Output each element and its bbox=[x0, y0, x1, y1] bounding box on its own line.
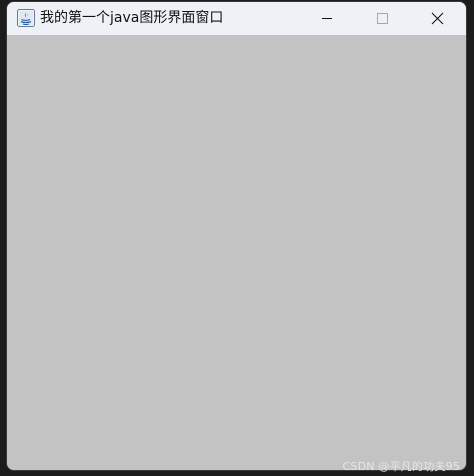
watermark: CSDN @平凡的功夫95 bbox=[342, 460, 460, 473]
maximize-icon bbox=[377, 13, 388, 24]
minimize-button[interactable] bbox=[304, 2, 350, 35]
title-bar[interactable]: 我的第一个java图形界面窗口 bbox=[7, 2, 466, 35]
minimize-icon bbox=[322, 18, 332, 19]
close-button[interactable] bbox=[414, 2, 460, 35]
maximize-button[interactable] bbox=[359, 2, 405, 35]
window-title: 我的第一个java图形界面窗口 bbox=[40, 10, 224, 26]
content-pane bbox=[7, 35, 466, 470]
close-icon bbox=[431, 12, 444, 25]
java-icon[interactable] bbox=[17, 9, 35, 27]
app-window: 我的第一个java图形界面窗口 bbox=[7, 2, 466, 470]
